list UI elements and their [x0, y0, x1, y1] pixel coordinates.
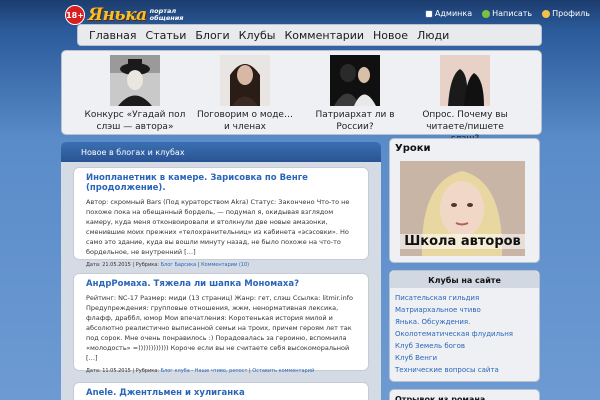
- brand-tagline-2: общения: [149, 14, 184, 22]
- post-rubric-label: Рубрика:: [135, 262, 159, 268]
- post-category-link[interactable]: Блог Барсика: [161, 262, 197, 268]
- nav-item-new[interactable]: Новое: [373, 29, 408, 42]
- main-column: Новое в блогах и клубах Инопланетник в к…: [61, 142, 381, 400]
- profile-link-label: Профиль: [552, 9, 590, 18]
- post-date: Дата: 11.05.2015: [86, 368, 131, 374]
- featured-thumbnail[interactable]: [330, 55, 380, 106]
- lessons-title: Уроки: [395, 143, 431, 154]
- post-excerpt: Рейтинг: NC-17 Размер: миди (13 страниц)…: [86, 294, 354, 362]
- featured-title[interactable]: Патриархат ли в России?: [300, 109, 410, 133]
- admin-link[interactable]: Админка: [424, 9, 473, 18]
- next-widget-title: Отрывок из романа: [389, 389, 540, 400]
- top-links: Админка Написать Профиль: [424, 9, 590, 18]
- post-card: Anele. Джентльмен и хулиганка: [73, 382, 369, 400]
- clubs-widget: Клубы на сайте Писательская гильдия Матр…: [389, 270, 540, 382]
- nav-item-clubs[interactable]: Клубы: [239, 29, 276, 42]
- lessons-widget: Уроки Школа авторов: [389, 138, 540, 263]
- featured-item[interactable]: Поговорим о моде… и членах: [190, 51, 300, 134]
- club-link[interactable]: Клуб Земель богов: [390, 340, 539, 352]
- section-heading: Новое в блогах и клубах: [61, 142, 381, 162]
- club-link[interactable]: Писательская гильдия: [390, 292, 539, 304]
- profile-link[interactable]: Профиль: [542, 9, 590, 18]
- nav-item-articles[interactable]: Статьи: [146, 29, 187, 42]
- post-comments-link[interactable]: Оставить комментарий: [252, 368, 314, 374]
- club-link[interactable]: Янька. Обсуждения.: [390, 316, 539, 328]
- write-link[interactable]: Написать: [482, 9, 532, 18]
- post-meta: Дата: 11.05.2015 | Рубрика: Блог клуба -…: [86, 368, 315, 374]
- post-comments-link[interactable]: Комментарии (10): [201, 262, 249, 268]
- featured-strip: Конкурс «Угадай пол слэш — автора» Погов…: [61, 50, 542, 144]
- admin-link-label: Админка: [434, 9, 473, 18]
- post-card: Инопланетник в камере. Зарисовка по Венг…: [73, 167, 369, 268]
- featured-item[interactable]: Опрос. Почему вы читаете/пишете слэш?: [410, 51, 520, 144]
- site-logo[interactable]: 18+ Янька портал общения: [65, 5, 183, 25]
- club-link[interactable]: Матриархальное чтиво: [390, 304, 539, 316]
- post-title[interactable]: АндрРомаха. Тяжела ли шапка Мономаха?: [86, 279, 359, 289]
- clubs-title: Клубы на сайте: [390, 271, 539, 288]
- write-link-label: Написать: [492, 9, 533, 18]
- club-link[interactable]: Околотематическая флудильня: [390, 328, 539, 340]
- checkbox-icon: [424, 9, 433, 18]
- post-rubric-label: Рубрика:: [135, 368, 159, 374]
- main-nav: Главная Статьи Блоги Клубы Комментарии Н…: [77, 24, 542, 46]
- club-link[interactable]: Клуб Венги: [390, 352, 539, 364]
- post-date: Дата: 21.05.2015: [86, 262, 131, 268]
- post-meta: Дата: 21.05.2015 | Рубрика: Блог Барсика…: [86, 262, 250, 268]
- post-category-link[interactable]: Блог клуба - Наше чтиво, репост: [161, 368, 248, 374]
- lessons-caption: Школа авторов: [400, 234, 525, 249]
- featured-thumbnail[interactable]: [440, 55, 490, 106]
- post-title[interactable]: Anele. Джентльмен и хулиганка: [86, 388, 359, 398]
- featured-title[interactable]: Конкурс «Угадай пол слэш — автора»: [80, 109, 190, 133]
- age-badge: 18+: [65, 5, 85, 25]
- nav-item-comments[interactable]: Комментарии: [284, 29, 364, 42]
- post-excerpt: Автор: скромный Bars (Под кураторством A…: [86, 198, 350, 256]
- club-link[interactable]: Технические вопросы сайта: [390, 364, 539, 376]
- post-title[interactable]: Инопланетник в камере. Зарисовка по Венг…: [86, 173, 359, 193]
- plus-icon: [482, 9, 491, 18]
- user-icon: [542, 9, 551, 18]
- featured-thumbnail[interactable]: [220, 55, 270, 106]
- nav-item-people[interactable]: Люди: [417, 29, 449, 42]
- lessons-banner[interactable]: Школа авторов: [400, 161, 525, 256]
- featured-thumbnail[interactable]: [110, 55, 160, 106]
- brand-tagline: портал общения: [150, 8, 184, 22]
- brand-name: Янька: [88, 5, 147, 25]
- nav-item-home[interactable]: Главная: [89, 29, 137, 42]
- featured-title[interactable]: Поговорим о моде… и членах: [190, 109, 300, 133]
- post-card: АндрРомаха. Тяжела ли шапка Мономаха? Ре…: [73, 273, 369, 374]
- featured-item[interactable]: Патриархат ли в России?: [300, 51, 410, 134]
- featured-item[interactable]: Конкурс «Угадай пол слэш — автора»: [80, 51, 190, 134]
- nav-item-blogs[interactable]: Блоги: [195, 29, 229, 42]
